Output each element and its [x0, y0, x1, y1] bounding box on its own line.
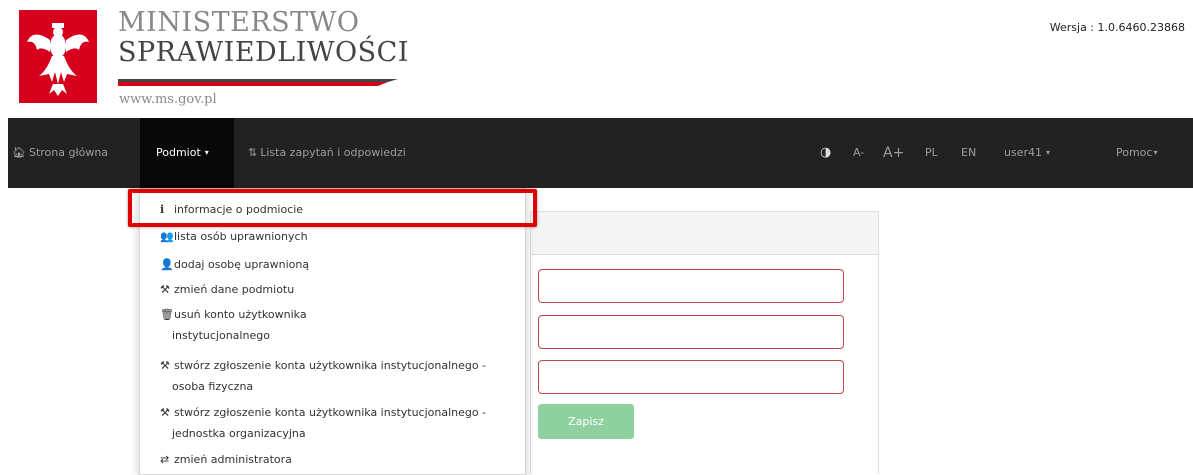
lang-pl-button[interactable]: PL: [925, 118, 938, 188]
nav-subject[interactable]: Podmiot ▾: [140, 118, 234, 188]
menu-item-label-line2: jednostka organizacyjna: [172, 427, 306, 440]
menu-item-label: lista osób uprawnionych: [174, 230, 308, 243]
form-panel: Zapisz: [530, 211, 879, 474]
nav-home[interactable]: 🏠︎ Strona główna: [12, 118, 108, 188]
contrast-toggle[interactable]: ◑: [820, 118, 831, 188]
eagle-crest-logo: [19, 10, 97, 103]
panel-heading: [531, 212, 878, 255]
gavel-icon: ⚒: [160, 406, 170, 419]
font-smaller-button[interactable]: A-: [853, 118, 864, 188]
main-navbar: 🏠︎ Strona główna Podmiot ▾ ⇅ Lista zapytań …: [8, 118, 1193, 188]
menu-item-add-authorized[interactable]: 👤dodaj osobę uprawnioną: [160, 254, 309, 275]
version-label: Wersja : 1.0.6460.23868: [1049, 21, 1185, 34]
highlight-frame: [128, 189, 537, 227]
title-underline-stripe: [118, 79, 398, 86]
menu-item-label-line2: instytucjonalnego: [172, 329, 270, 342]
form-field-1[interactable]: [538, 269, 844, 303]
menu-item-change-admin[interactable]: ⇄ zmień administratora: [160, 449, 292, 470]
nav-queries-label: Lista zapytań i odpowiedzi: [260, 146, 406, 159]
form-field-2[interactable]: [538, 315, 844, 349]
menu-item-label: zmień dane podmiotu: [174, 283, 295, 296]
menu-item-create-natural-person[interactable]: ⚒ stwórz zgłoszenie konta użytkownika ins…: [160, 355, 486, 397]
menu-item-label: stwórz zgłoszenie konta użytkownika inst…: [174, 406, 487, 419]
sort-numeric-icon: ⇅: [248, 146, 258, 159]
chevron-down-icon: ▾: [1153, 148, 1158, 157]
menu-item-delete-account[interactable]: 🗑usuń konto użytkownika instytucjonalneg…: [160, 304, 307, 346]
menu-item-label: stwórz zgłoszenie konta użytkownika inst…: [174, 359, 487, 372]
save-button[interactable]: Zapisz: [538, 404, 634, 439]
page-header: MINISTERSTWO SPRAWIEDLIWOŚCI www.ms.gov.…: [0, 0, 1193, 118]
menu-item-label: zmień administratora: [174, 453, 292, 466]
chevron-down-icon: ▾: [204, 148, 209, 157]
ministry-url[interactable]: www.ms.gov.pl: [119, 92, 217, 107]
add-user-icon: 👤: [160, 258, 174, 271]
ministry-title: MINISTERSTWO: [118, 7, 360, 38]
menu-item-label: dodaj osobę uprawnioną: [174, 258, 310, 271]
form-field-3[interactable]: [538, 360, 844, 394]
menu-item-edit-subject[interactable]: ⚒ zmień dane podmiotu: [160, 279, 294, 300]
lang-en-button[interactable]: EN: [961, 118, 976, 188]
nav-subject-label: Podmiot: [156, 146, 201, 159]
nav-home-label: Strona główna: [28, 146, 109, 159]
gavel-icon: ⚒: [160, 283, 170, 296]
user-menu[interactable]: user41 ▾: [1004, 118, 1050, 188]
users-icon: 👥: [160, 230, 174, 243]
random-icon: ⇄: [160, 453, 170, 466]
menu-item-authorized-list[interactable]: 👥lista osób uprawnionych: [160, 226, 308, 247]
subject-dropdown-menu: i informacje o podmiocie 👥lista osób upra…: [139, 188, 526, 475]
ministry-subtitle: SPRAWIEDLIWOŚCI: [118, 37, 409, 68]
menu-item-label-line2: osoba fizyczna: [172, 380, 254, 393]
nav-queries[interactable]: ⇅ Lista zapytań i odpowiedzi: [248, 118, 406, 188]
menu-item-create-organization[interactable]: ⚒ stwórz zgłoszenie konta użytkownika ins…: [160, 402, 486, 444]
chevron-down-icon: ▾: [1046, 148, 1051, 157]
font-larger-button[interactable]: A+: [883, 118, 904, 188]
help-menu-label: Pomoc: [1116, 146, 1153, 159]
help-menu[interactable]: Pomoc▾: [1116, 118, 1157, 188]
trash-icon: 🗑: [160, 308, 174, 321]
contrast-icon: ◑: [820, 145, 832, 160]
home-icon: 🏠︎: [12, 146, 26, 159]
user-menu-label: user41: [1004, 146, 1042, 159]
gavel-icon: ⚒: [160, 359, 170, 372]
menu-item-label: usuń konto użytkownika: [174, 308, 307, 321]
